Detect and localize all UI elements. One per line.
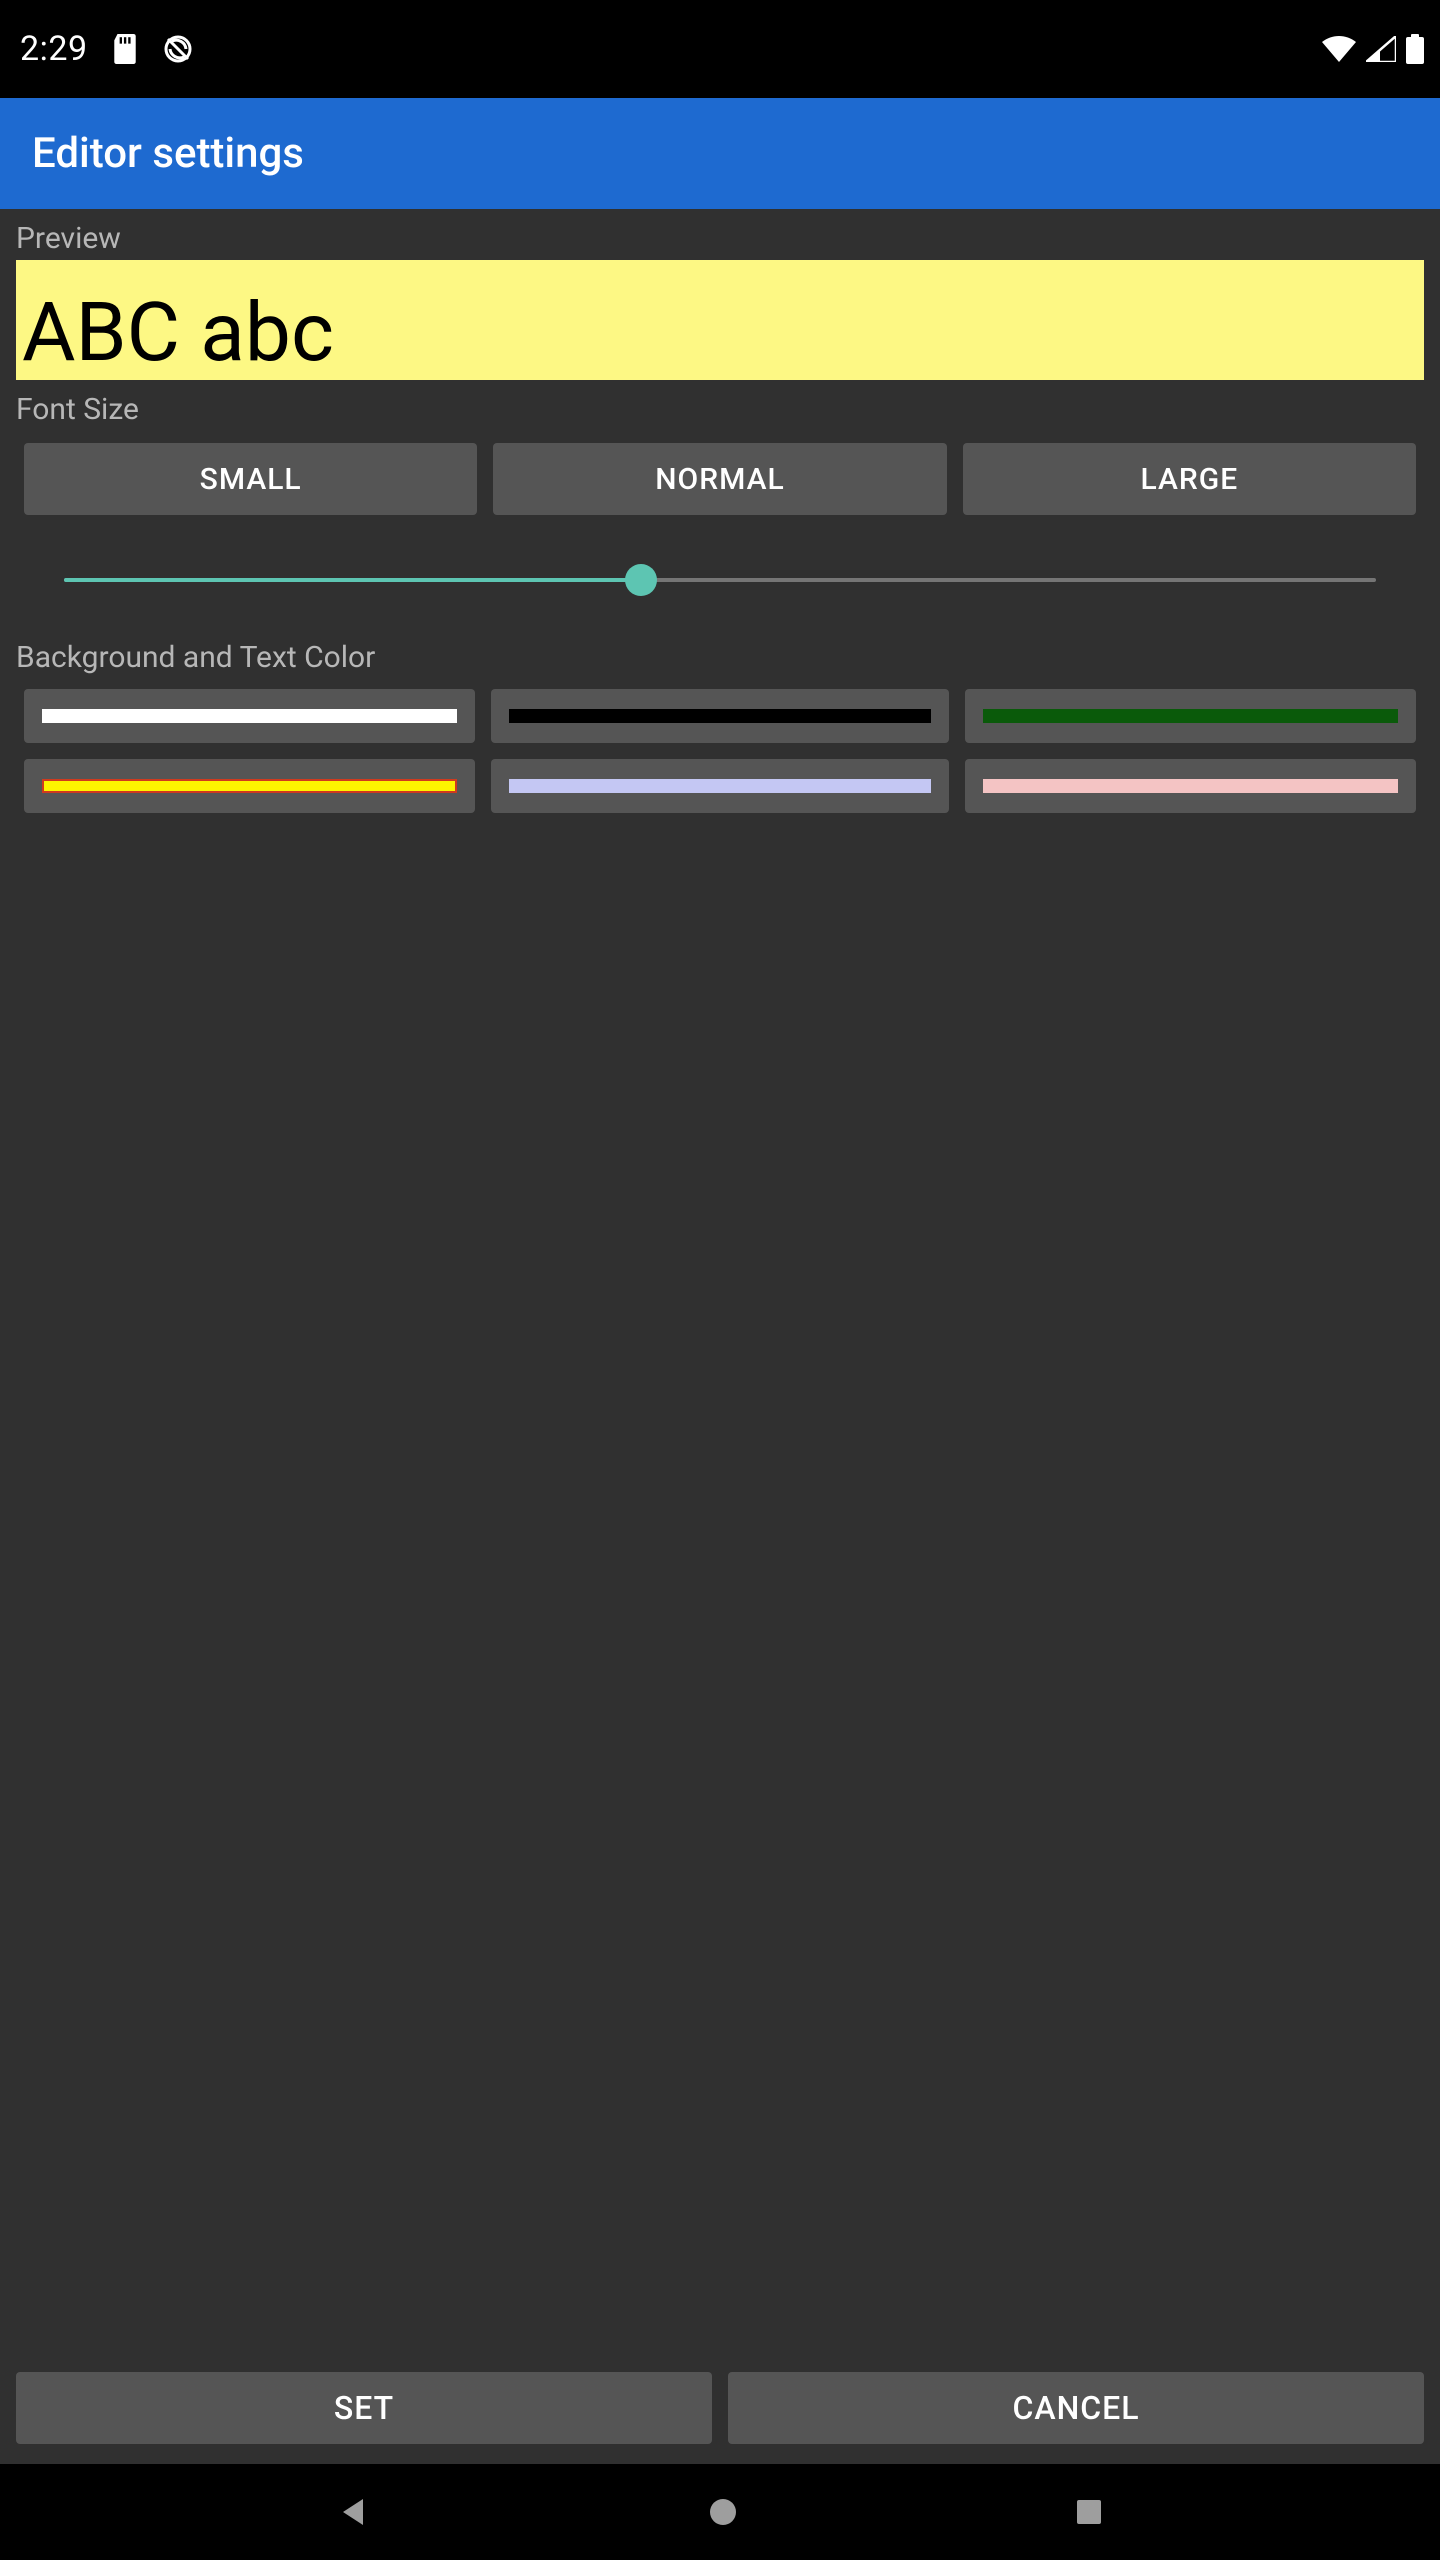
color-swatch-bar (509, 709, 932, 723)
color-swatch-yellow[interactable] (24, 759, 475, 813)
app-bar-title: Editor settings (32, 129, 304, 178)
no-sync-icon (162, 33, 194, 65)
font-large-button[interactable]: LARGE (963, 443, 1416, 515)
color-swatch-lilac[interactable] (491, 759, 950, 813)
sd-card-icon (112, 34, 138, 64)
navigation-bar (0, 2464, 1440, 2560)
color-swatch-bar (983, 779, 1398, 793)
color-swatch-white[interactable] (24, 689, 475, 743)
status-time: 2:29 (20, 29, 88, 69)
color-swatch-black[interactable] (491, 689, 950, 743)
signal-icon (1366, 36, 1396, 62)
preview-box: ABC abc (16, 260, 1424, 380)
cancel-button[interactable]: CANCEL (728, 2372, 1424, 2444)
nav-recent-button[interactable] (1075, 2498, 1103, 2526)
font-normal-button[interactable]: NORMAL (493, 443, 946, 515)
font-size-button-row: SMALL NORMAL LARGE (16, 443, 1424, 515)
spacer (16, 813, 1424, 2372)
status-right (1322, 34, 1424, 64)
font-small-button[interactable]: SMALL (24, 443, 477, 515)
status-bar: 2:29 (0, 0, 1440, 98)
set-button[interactable]: SET (16, 2372, 712, 2444)
wifi-icon (1322, 36, 1356, 62)
color-section-label: Background and Text Color (16, 640, 1424, 675)
font-size-label: Font Size (16, 392, 1424, 427)
color-swatch-grid (16, 689, 1424, 813)
content: Preview ABC abc Font Size SMALL NORMAL L… (0, 209, 1440, 2464)
font-size-slider[interactable] (64, 550, 1376, 610)
preview-text: ABC abc (22, 292, 334, 374)
color-swatch-bar (42, 779, 457, 793)
nav-home-button[interactable] (708, 2497, 738, 2527)
color-swatch-pink[interactable] (965, 759, 1416, 813)
color-swatch-bar (509, 779, 932, 793)
color-swatch-bar (983, 709, 1398, 723)
preview-label: Preview (16, 221, 1424, 256)
slider-thumb[interactable] (625, 564, 657, 596)
color-swatch-bar (42, 709, 457, 723)
color-swatch-green[interactable] (965, 689, 1416, 743)
slider-fill (64, 578, 641, 582)
status-left: 2:29 (20, 29, 194, 69)
nav-back-button[interactable] (337, 2495, 371, 2529)
footer-button-row: SET CANCEL (16, 2372, 1424, 2444)
battery-icon (1406, 34, 1424, 64)
app-bar: Editor settings (0, 98, 1440, 209)
